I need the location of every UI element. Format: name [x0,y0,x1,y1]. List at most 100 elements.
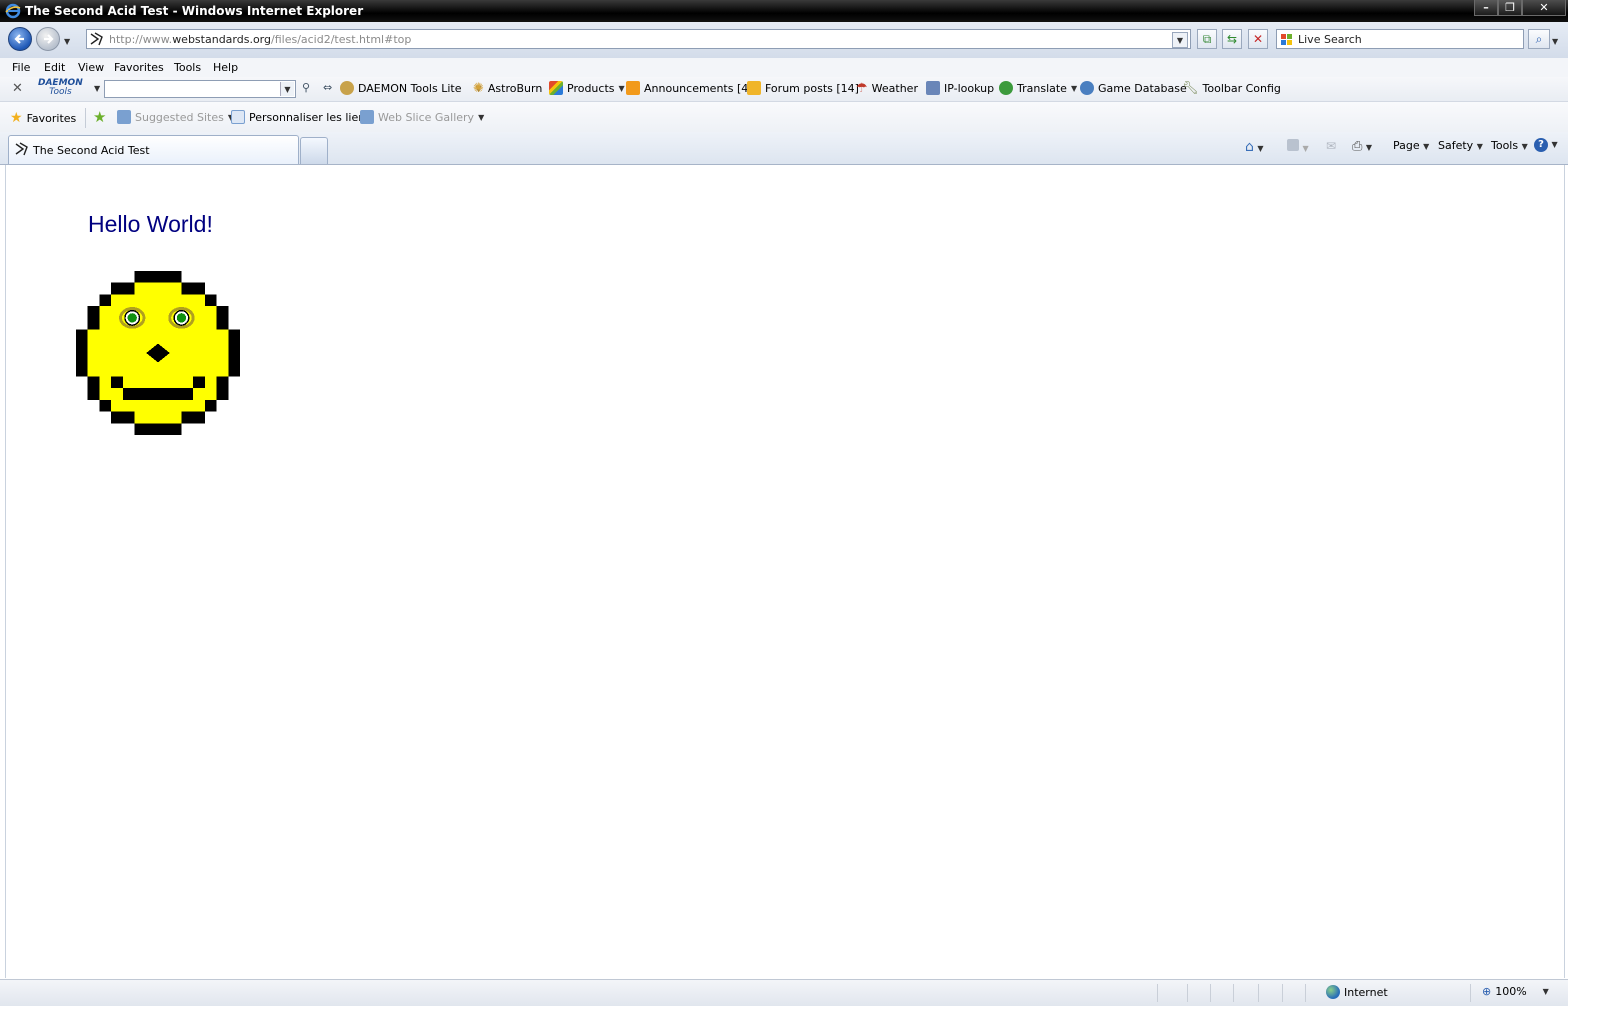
favorites-button[interactable]: ★ Favorites [10,110,76,126]
back-arrow-icon [14,34,24,44]
ie-page-icon [231,110,245,124]
chevron-down-icon[interactable]: ▼ [94,84,100,93]
toolbar-item-weather[interactable]: ☂ Weather [856,81,918,96]
menu-help[interactable]: Help [213,61,238,74]
page-icon [90,32,103,46]
personnaliser-les-liens-link[interactable]: Personnaliser les liens [231,110,371,124]
tools-menu-label: Tools [1491,139,1519,152]
close-window-button[interactable]: ✕ [1522,0,1566,16]
compatibility-view-button[interactable]: ⧉ [1197,29,1217,49]
chevron-down-icon: ▼ [1302,144,1309,153]
toolbar-item-label: DAEMON Tools Lite [358,81,462,95]
forward-button[interactable] [36,27,60,51]
help-button[interactable]: ? ▼ [1534,137,1558,152]
tab-the-second-acid-test[interactable]: The Second Acid Test [8,135,299,164]
page-heading: Hello World! [88,211,213,237]
zoom-level: 100% [1495,985,1527,998]
security-zone[interactable]: Internet [1326,985,1388,999]
recent-pages-dropdown[interactable]: ▼ [64,34,70,47]
toolbar-item-label: Game Database [1098,81,1187,95]
navigation-bar: ▼ http://www.webstandards.org/files/acid… [0,22,1568,59]
search-placeholder: Live Search [1298,33,1362,46]
toolbar-item-products[interactable]: Products ▼ [549,81,625,95]
new-tab-button[interactable] [300,137,328,164]
print-button[interactable]: ⎙ ▼ [1352,139,1372,154]
zoom-icon: ⊕ [1482,985,1492,998]
toolbar-item-daemon-tools-lite[interactable]: DAEMON Tools Lite ▼ [340,81,482,95]
ie-page-icon [117,110,131,124]
toolbar-resize-icon[interactable]: ⇔ [323,81,332,94]
page-icon [15,142,28,156]
toolbar-item-toolbar-config[interactable]: 🔧︎ Toolbar Config [1182,81,1281,96]
forward-arrow-icon [44,34,54,44]
toolbar-item-translate[interactable]: Translate ▼ [999,81,1077,95]
status-divider [1210,984,1211,1002]
toolbar-item-game-database[interactable]: Game Database [1080,81,1187,95]
web-slice-gallery-link[interactable]: Web Slice Gallery ▼ [360,110,484,124]
compatibility-icon: ⧉ [1202,32,1212,46]
menu-favorites[interactable]: Favorites [114,61,164,74]
mail-icon: ✉ [1326,139,1337,153]
toolbar-search-icon[interactable]: ⚲ [302,81,310,94]
address-url: http://www.webstandards.org/files/acid2/… [109,33,412,46]
toolbar-item-forum-posts[interactable]: Forum posts [14] [747,81,859,95]
toolbar-item-announcements[interactable]: Announcements [4] [626,81,753,95]
security-zone-label: Internet [1344,985,1388,999]
chevron-down-icon: ▼ [1365,143,1373,152]
home-button[interactable]: ⌂ ▼ [1245,139,1264,155]
ie-logo-icon [5,3,21,19]
suggested-sites-label: Suggested Sites [135,110,224,124]
search-button[interactable]: ⌕ [1528,29,1550,49]
toolbar-item-label: IP-lookup [944,81,995,95]
page-menu-button[interactable]: Page ▼ [1393,139,1429,152]
chevron-down-icon: ▼ [1542,987,1549,996]
search-field[interactable]: Live Search [1276,29,1524,49]
toolbar-search-dropdown[interactable]: ▼ [280,82,294,96]
favorites-bar: ★ Favorites ★ Suggested Sites ▼ Personna… [0,102,1568,132]
help-icon: ? [1534,138,1548,152]
chevron-down-icon: ▼ [478,112,485,122]
search-options-dropdown[interactable]: ▼ [1552,34,1558,47]
chevron-down-icon: ▼ [1521,142,1528,151]
feeds-button[interactable]: ▼ [1287,139,1309,154]
chevron-down-icon: ▼ [618,83,625,93]
zoom-control[interactable]: ⊕ 100% ▼ [1482,985,1549,998]
daemon-tools-logo[interactable]: DAEMON Tools [38,79,83,97]
menu-file[interactable]: File [12,61,30,74]
menu-edit[interactable]: Edit [44,61,65,74]
chevron-down-icon: ▼ [1551,140,1558,149]
tools-menu-button[interactable]: Tools ▼ [1491,139,1528,152]
address-field[interactable]: http://www.webstandards.org/files/acid2/… [86,29,1191,49]
toolbar-item-label: Forum posts [14] [765,81,859,95]
minimize-button[interactable]: – [1474,0,1498,16]
ie-page-icon [360,110,374,124]
favorites-label: Favorites [26,111,77,125]
astroburn-icon: ✺ [473,81,484,96]
address-dropdown-button[interactable]: ▼ [1172,32,1188,48]
chevron-down-icon: ▼ [1257,144,1264,153]
rss-icon [626,81,640,95]
forum-icon [747,81,761,95]
menu-view[interactable]: View [78,61,104,74]
add-to-favorites-icon[interactable]: ★ [93,108,106,126]
stop-button[interactable]: ✕ [1248,29,1268,49]
toolbar-search-input[interactable]: ▼ [104,80,296,98]
toolbar-item-ip-lookup[interactable]: IP-lookup [926,81,994,95]
refresh-button[interactable]: ⇆ [1222,29,1242,49]
acid2-smiley-face [76,271,240,435]
status-divider [1470,984,1471,1002]
restore-button[interactable]: ❐ [1498,0,1522,16]
translate-icon [999,81,1013,95]
menu-tools[interactable]: Tools [174,61,201,74]
back-button[interactable] [8,27,32,51]
status-divider [1233,984,1234,1002]
suggested-sites-link[interactable]: Suggested Sites ▼ [117,110,234,124]
window-title: The Second Acid Test - Windows Internet … [25,4,364,18]
close-toolbar-button[interactable]: ✕ [12,81,23,96]
stop-icon: ✕ [1252,32,1264,46]
safety-menu-button[interactable]: Safety ▼ [1438,139,1483,152]
status-divider [1282,984,1283,1002]
read-mail-button[interactable]: ✉ [1326,139,1336,153]
status-bar: Internet ⊕ 100% ▼ [0,979,1568,1006]
toolbar-item-astroburn[interactable]: ✺ AstroBurn [473,81,542,96]
